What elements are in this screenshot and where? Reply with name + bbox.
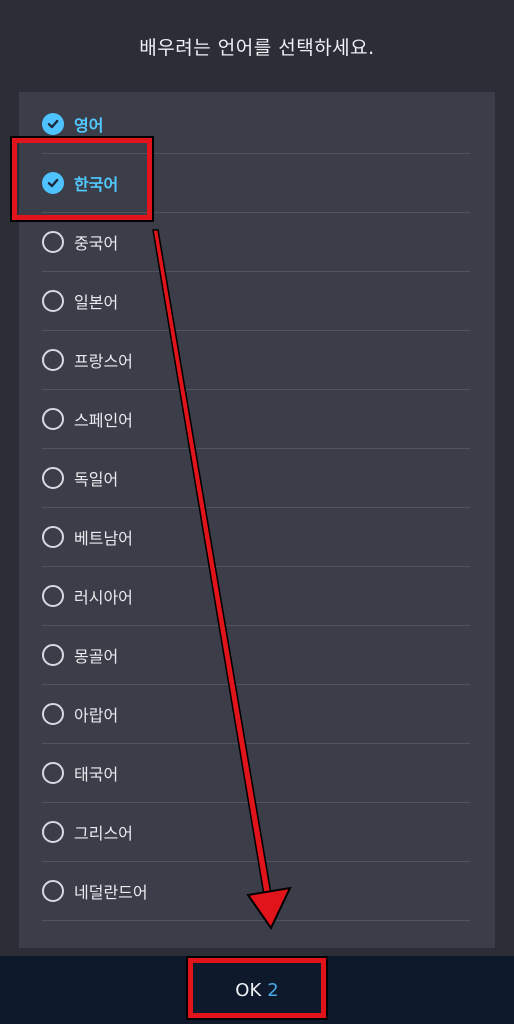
checkbox-empty-icon[interactable] [42,408,64,430]
language-option-label: 러시아어 [74,588,133,607]
language-option[interactable]: 일본어 [42,272,470,331]
checkbox-empty-icon[interactable] [42,526,64,548]
checkbox-empty-icon[interactable] [42,880,64,902]
ok-button[interactable]: OK 2 [193,962,321,1018]
language-list: 영어한국어중국어일본어프랑스어스페인어독일어베트남어러시아어몽골어아랍어태국어그… [42,95,470,921]
checkbox-empty-icon[interactable] [42,762,64,784]
language-option[interactable]: 영어 [42,95,470,154]
language-option-label: 일본어 [74,293,119,312]
language-option-label: 베트남어 [74,529,133,548]
ok-button-label: OK [235,979,262,1001]
language-option[interactable]: 아랍어 [42,685,470,744]
language-option[interactable]: 베트남어 [42,508,470,567]
language-option[interactable]: 몽골어 [42,626,470,685]
checkbox-empty-icon[interactable] [42,821,64,843]
language-option-label: 아랍어 [74,706,119,725]
checkbox-checked-icon[interactable] [42,113,64,135]
language-option-label: 프랑스어 [74,352,133,371]
language-option[interactable]: 독일어 [42,449,470,508]
checkbox-empty-icon[interactable] [42,644,64,666]
language-option[interactable]: 네덜란드어 [42,862,470,921]
language-option-label: 스페인어 [74,411,133,430]
selected-count: 2 [267,979,279,1001]
checkbox-empty-icon[interactable] [42,585,64,607]
language-option-label: 독일어 [74,470,119,489]
checkbox-empty-icon[interactable] [42,349,64,371]
page-title: 배우려는 언어를 선택하세요. [0,0,514,92]
language-option[interactable]: 스페인어 [42,390,470,449]
checkbox-checked-icon[interactable] [42,172,64,194]
language-list-panel: 영어한국어중국어일본어프랑스어스페인어독일어베트남어러시아어몽골어아랍어태국어그… [19,92,495,948]
checkbox-empty-icon[interactable] [42,703,64,725]
language-option-label: 중국어 [74,234,119,253]
footer-bar: OK 2 [0,956,514,1024]
language-option-label: 한국어 [74,175,119,194]
language-option[interactable]: 러시아어 [42,567,470,626]
language-option[interactable]: 중국어 [42,213,470,272]
checkbox-empty-icon[interactable] [42,467,64,489]
language-option[interactable]: 프랑스어 [42,331,470,390]
page-title-text: 배우려는 언어를 선택하세요. [139,36,375,59]
language-option-label: 그리스어 [74,824,133,843]
language-option-label: 몽골어 [74,647,119,666]
language-option-label: 네덜란드어 [74,883,148,902]
checkbox-empty-icon[interactable] [42,231,64,253]
checkbox-empty-icon[interactable] [42,290,64,312]
language-option-label: 태국어 [74,765,119,784]
language-option[interactable]: 태국어 [42,744,470,803]
language-option-label: 영어 [74,116,104,135]
language-option[interactable]: 한국어 [42,154,470,213]
language-option[interactable]: 그리스어 [42,803,470,862]
